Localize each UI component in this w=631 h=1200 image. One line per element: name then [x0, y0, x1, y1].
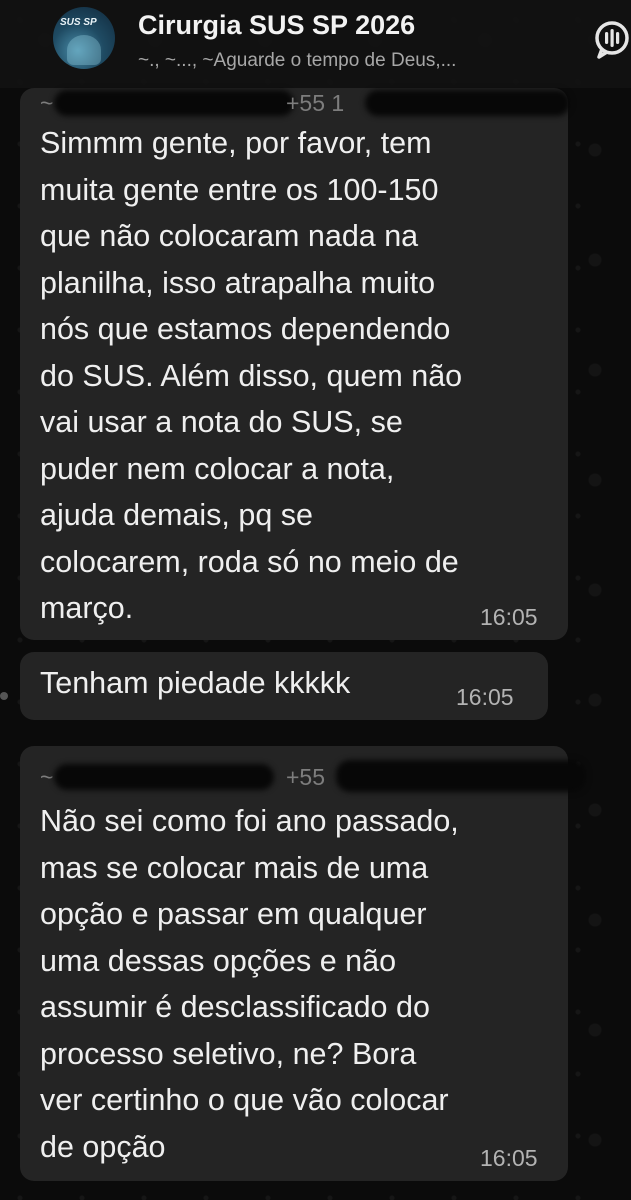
chat-title[interactable]: Cirurgia SUS SP 2026: [138, 10, 415, 41]
message-time: 16:05: [456, 684, 514, 710]
sender-name[interactable]: ~: [40, 764, 53, 794]
redacted-sender: [54, 764, 274, 790]
sender-phone: +55: [286, 764, 326, 790]
redacted-sender: [54, 90, 294, 116]
message-bubble[interactable]: Tenham piedade kkkkk 16:05: [20, 652, 548, 720]
chat-participants[interactable]: ~., ~..., ~Aguarde o tempo de Deus,...: [138, 50, 456, 72]
redacted-phone: [336, 760, 586, 792]
sender-phone: +55 1: [286, 90, 345, 116]
message-text: Não sei como foi ano passado, mas se col…: [40, 804, 459, 1164]
message-bubble[interactable]: ~ +55 Não sei como foi ano passado, mas …: [20, 746, 586, 1181]
group-avatar[interactable]: SUS SP: [53, 7, 115, 69]
sender-name[interactable]: ~: [40, 90, 53, 120]
redacted-phone: [365, 90, 570, 116]
message-time: 16:05: [480, 1145, 538, 1171]
chat-header[interactable]: SUS SP Cirurgia SUS SP 2026 ~., ~..., ~A…: [0, 0, 631, 88]
avatar-label: SUS SP: [60, 17, 97, 28]
message-text: Simmm gente, por favor, tem muita gente …: [40, 126, 463, 625]
voice-chat-icon[interactable]: [590, 18, 631, 62]
message-text: Tenham piedade kkkkk: [40, 666, 351, 700]
avatar-figure: [67, 35, 101, 65]
message-bubble[interactable]: ~ +55 1 Simmm gente, por favor, tem muit…: [20, 88, 570, 640]
selection-dot: [0, 692, 8, 700]
message-time: 16:05: [480, 604, 538, 630]
